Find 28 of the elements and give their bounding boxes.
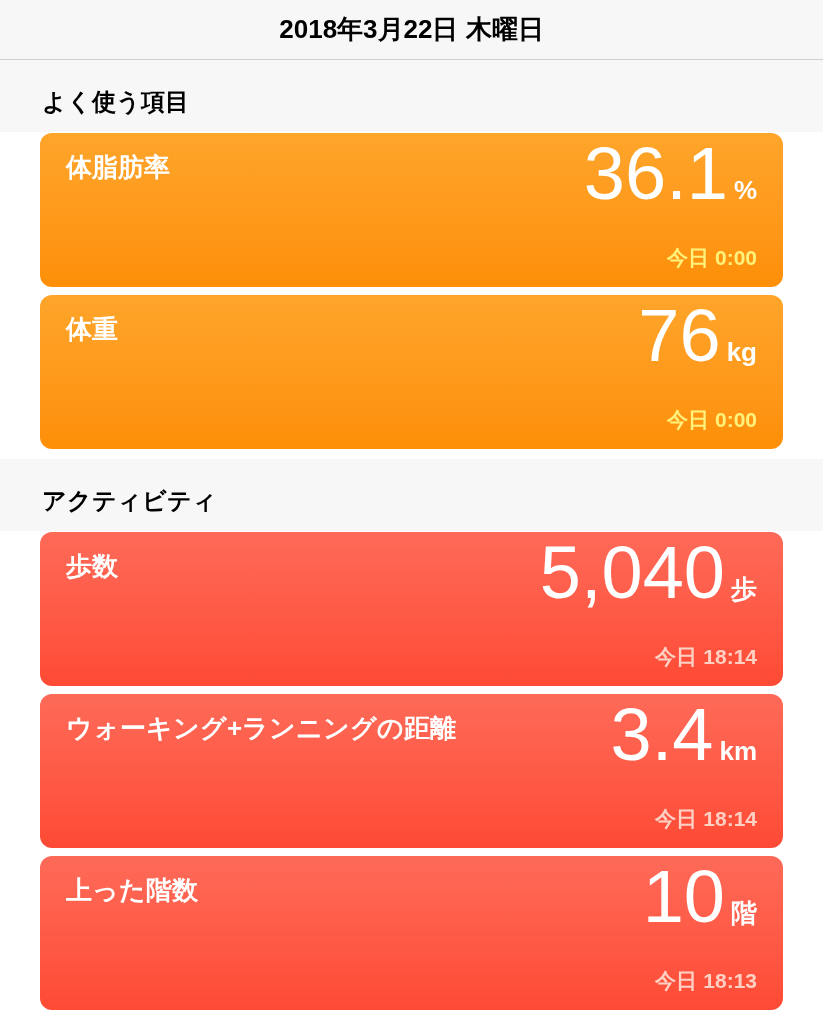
date-title: 2018年3月22日 木曜日: [279, 13, 544, 46]
section-title: アクティビティ: [42, 486, 217, 516]
metric-card[interactable]: ウォーキング+ランニングの距離 3.4 km 今日 18:14: [40, 694, 783, 848]
metric-unit: kg: [726, 336, 757, 369]
metric-label: 歩数: [66, 550, 118, 583]
metric-card[interactable]: 歩数 5,040 歩 今日 18:14: [40, 532, 783, 686]
metric-time: 今日 18:14: [655, 805, 757, 832]
metric-card[interactable]: 体重 76 kg 今日 0:00: [40, 295, 783, 449]
metric-value: 76: [638, 299, 721, 373]
metric-value: 3.4: [610, 698, 714, 772]
metric-unit: km: [719, 735, 757, 768]
metric-value: 36.1: [583, 137, 728, 211]
metric-time: 今日 0:00: [667, 244, 757, 271]
metric-label: ウォーキング+ランニングの距離: [66, 712, 457, 745]
metric-unit: 歩: [731, 573, 757, 606]
metric-label: 上った階数: [66, 874, 198, 907]
metric-card[interactable]: 上った階数 10 階 今日 18:13: [40, 856, 783, 1010]
metric-time: 今日 18:14: [655, 643, 757, 670]
metric-unit: 階: [731, 897, 757, 930]
metric-unit: %: [733, 174, 757, 207]
metric-value: 10: [642, 860, 725, 934]
section-title: よく使う項目: [42, 87, 189, 117]
metric-time: 今日 18:13: [655, 967, 757, 994]
metric-time: 今日 0:00: [667, 406, 757, 433]
metric-label: 体重: [66, 313, 118, 346]
metric-label: 体脂肪率: [66, 151, 170, 184]
metric-card[interactable]: 体脂肪率 36.1% 今日 0:00: [40, 133, 783, 287]
metric-value: 5,040: [539, 536, 725, 610]
